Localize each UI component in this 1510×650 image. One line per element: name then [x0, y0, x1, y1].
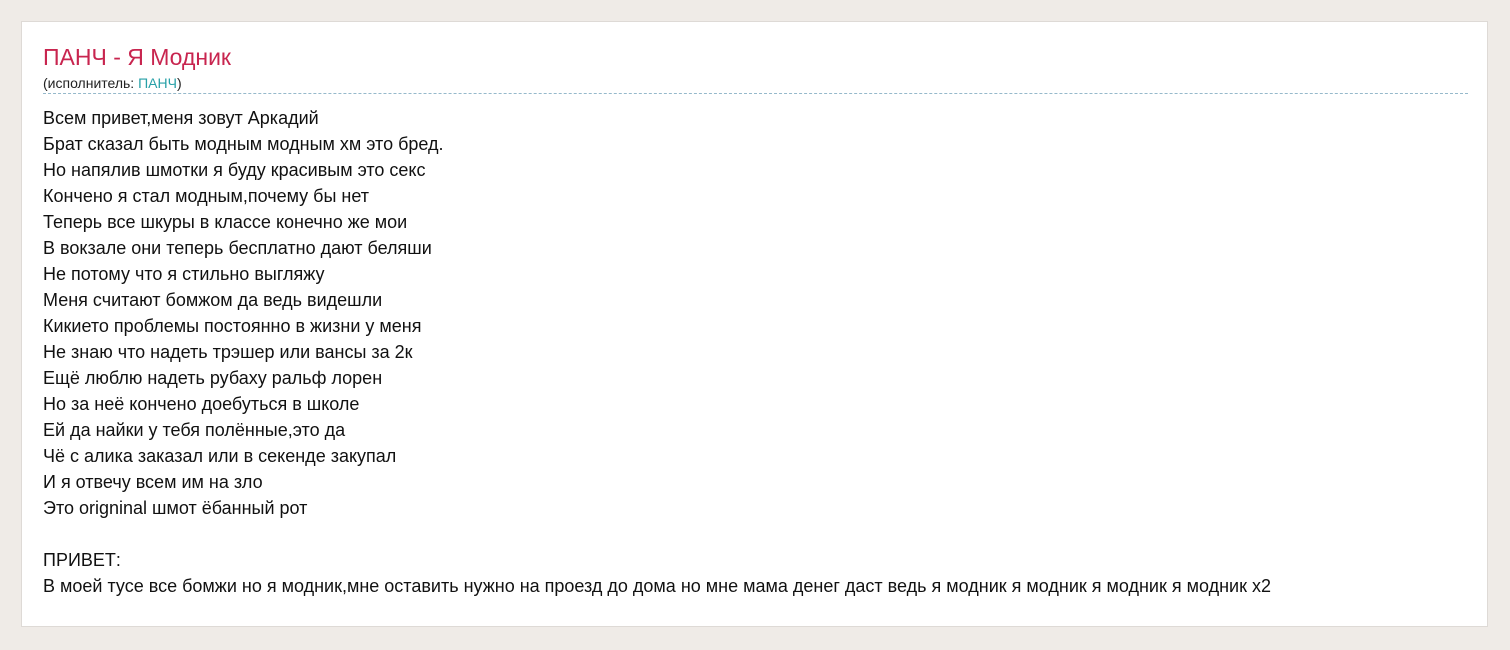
lyric-line: Теперь все шкуры в классе конечно же мои: [43, 212, 408, 232]
artist-link[interactable]: ПАНЧ: [138, 75, 177, 91]
stanza-break: [43, 521, 1510, 547]
artist-suffix: ): [176, 75, 182, 91]
lyric-line: Меня считают бомжом да ведь видешли: [43, 290, 383, 310]
lyric-line: В вокзале они теперь бесплатно дают беля…: [43, 238, 432, 258]
artist-prefix: (исполнитель:: [43, 75, 139, 91]
dashed-divider: [43, 93, 1468, 94]
lyric-line: Всем привет,меня зовут Аркадий: [43, 108, 319, 128]
lyric-line: Не знаю что надеть трэшер или вансы за 2…: [43, 342, 413, 362]
chorus-label: ПРИВЕТ:: [43, 550, 121, 570]
song-title: ПАНЧ - Я Модник: [43, 44, 231, 70]
lyrics-card: ПАНЧ - Я Модник (исполнитель: ПАНЧ) Всем…: [21, 21, 1488, 627]
lyric-line: Брат сказал быть модным модным хм это бр…: [43, 134, 444, 154]
lyric-line: Кончено я стал модным,почему бы нет: [43, 186, 370, 206]
lyric-line: Но за неё кончено доебуться в школе: [43, 394, 360, 414]
lyric-line: Ещё люблю надеть рубаху ральф лорен: [43, 368, 383, 388]
lyric-line: Ей да найки у тебя полённые,это да: [43, 420, 346, 440]
lyric-line: Кикието проблемы постоянно в жизни у мен…: [43, 316, 422, 336]
lyric-line: Это origninal шмот ёбанный рот: [43, 498, 308, 518]
lyric-line: И я отвечу всем им на зло: [43, 472, 263, 492]
lyric-line: Чё с алика заказал или в секенде закупал: [43, 446, 397, 466]
chorus-line: В моей тусе все бомжи но я модник,мне ос…: [43, 576, 1271, 596]
lyric-line: Не потому что я стильно выгляжу: [43, 264, 325, 284]
lyric-line: Но напялив шмотки я буду красивым это се…: [43, 160, 426, 180]
lyrics-text: Всем привет,меня зовут Аркадий Брат сказ…: [43, 105, 1510, 599]
artist-line: (исполнитель: ПАНЧ): [43, 74, 182, 92]
